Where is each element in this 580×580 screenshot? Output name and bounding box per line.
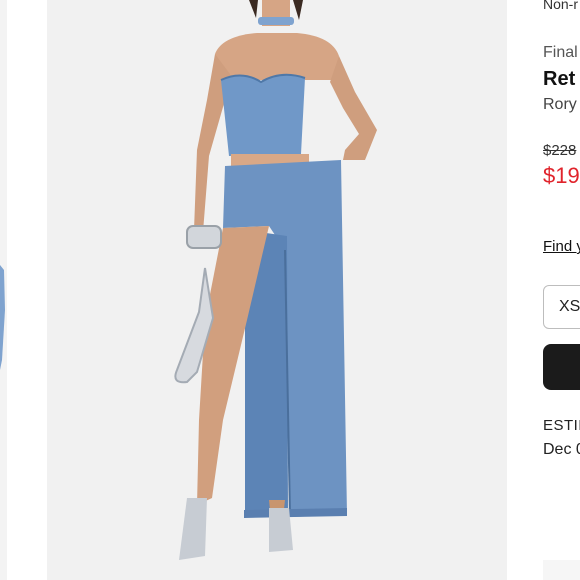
shipping-estimate-label: ESTIM: [543, 417, 580, 434]
previous-image-thumbnail[interactable]: [0, 0, 7, 580]
original-price: $228: [543, 142, 577, 159]
bottom-panel-block: [543, 560, 580, 580]
brand-name[interactable]: Rory: [543, 96, 577, 114]
thumbnail-denim-edge: [0, 265, 5, 370]
main-product-image[interactable]: [47, 0, 507, 580]
product-gallery: [0, 0, 507, 580]
model-photo: [47, 0, 507, 580]
sale-price: $19: [543, 163, 580, 188]
product-details-panel: Non-r Final Ret Rory $228 $19 Find y XS …: [507, 0, 580, 580]
size-label: XS: [559, 298, 580, 315]
add-to-bag-button[interactable]: [543, 344, 580, 390]
size-select-button[interactable]: XS: [543, 285, 580, 329]
shipping-estimate-date: Dec 0: [543, 441, 580, 458]
find-your-size-link[interactable]: Find y: [543, 238, 580, 255]
product-title: Ret: [543, 68, 576, 90]
final-sale-label: Final: [543, 44, 578, 61]
availability-label: Non-r: [543, 0, 579, 12]
